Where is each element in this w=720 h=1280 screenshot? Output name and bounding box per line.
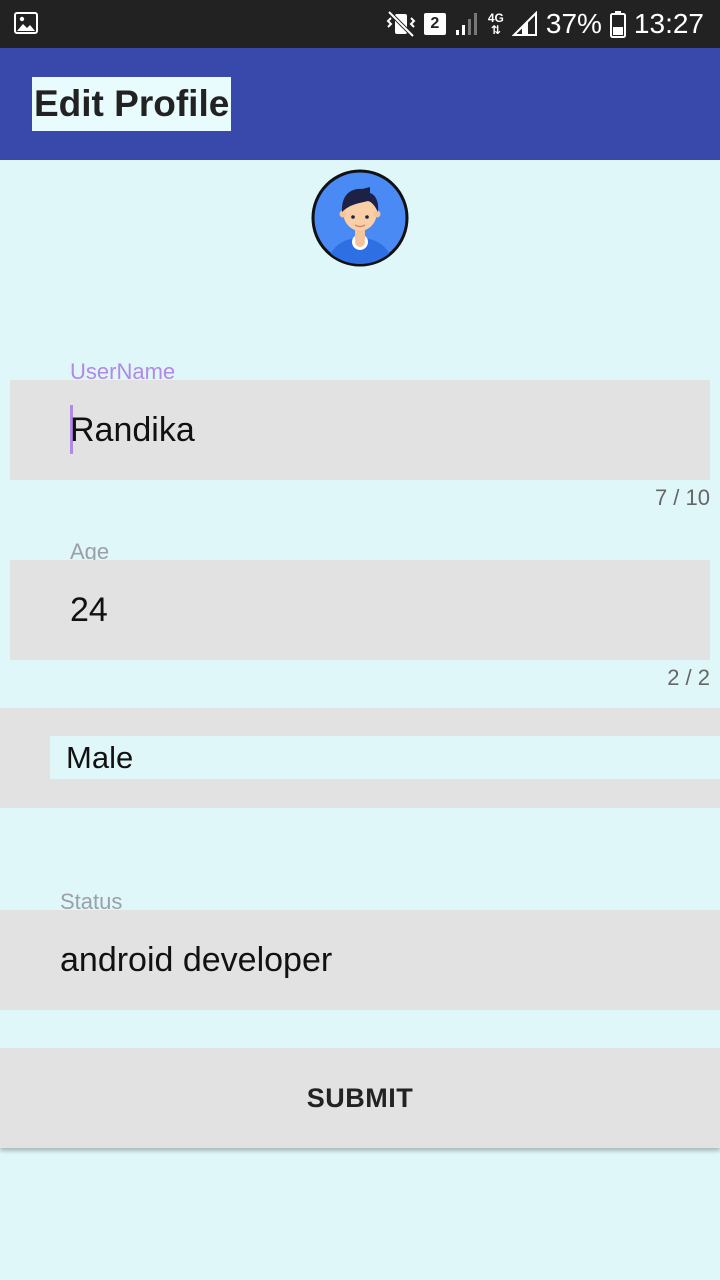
- username-counter: 7 / 10: [654, 485, 710, 510]
- status-bar: 2 4G ⇅ 37% 13:27: [0, 0, 720, 48]
- sim-icon: 2: [423, 13, 446, 35]
- submit-button[interactable]: SUBMIT: [0, 1048, 720, 1148]
- status-value[interactable]: android developer: [60, 941, 332, 980]
- battery-icon: [609, 11, 626, 38]
- gender-selected-value[interactable]: Male: [66, 740, 133, 776]
- clock: 13:27: [633, 8, 704, 39]
- user-avatar-icon[interactable]: [310, 168, 410, 268]
- network-4g-icon: 4G ⇅: [487, 11, 504, 37]
- gallery-icon: [14, 12, 38, 34]
- battery-percent: 37%: [545, 8, 602, 39]
- gender-spinner-selection[interactable]: [50, 736, 720, 779]
- age-counter: 2 / 2: [667, 665, 710, 690]
- age-value[interactable]: 24: [70, 591, 108, 630]
- age-field[interactable]: [10, 560, 710, 660]
- page-title: Edit Profile: [32, 77, 232, 131]
- username-value[interactable]: Randika: [70, 411, 195, 450]
- app-bar: Edit Profile: [0, 48, 720, 160]
- mute-vibrate-icon: [386, 10, 416, 38]
- signal-icon: [455, 13, 477, 35]
- signal-icon: [511, 11, 537, 36]
